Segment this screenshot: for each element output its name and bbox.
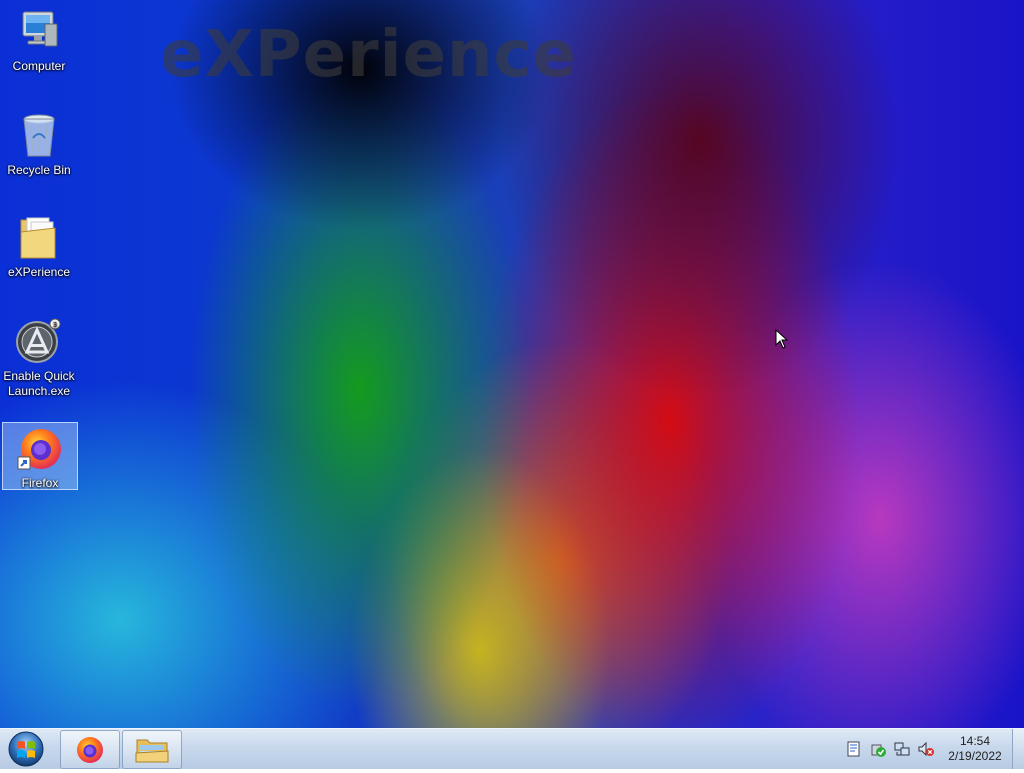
- clock-time: 14:54: [959, 734, 991, 748]
- mouse-cursor-icon: [775, 329, 789, 349]
- firefox-icon: [16, 425, 64, 473]
- desktop-icon-experience-folder[interactable]: eXPerience: [2, 214, 76, 280]
- desktop-icon-recycle-bin[interactable]: Recycle Bin: [2, 112, 76, 178]
- desktop-icon-label: eXPerience: [7, 265, 71, 279]
- desktop-icon-label: Recycle Bin: [7, 163, 71, 177]
- show-desktop-button[interactable]: [1012, 729, 1024, 769]
- clock-date: 2/19/2022: [948, 749, 1002, 763]
- security-shield-icon[interactable]: [870, 741, 886, 757]
- network-icon[interactable]: [894, 741, 910, 757]
- desktop-icon-label: Computer: [12, 59, 66, 73]
- svg-text:3: 3: [53, 321, 57, 329]
- desktop-icon-label: Enable Quick Launch.exe: [3, 369, 75, 398]
- firefox-icon: [77, 737, 103, 763]
- wallpaper-watermark: eXPerience: [160, 18, 577, 92]
- volume-muted-icon[interactable]: [918, 741, 934, 757]
- desktop-icon-firefox[interactable]: Firefox: [2, 422, 78, 490]
- taskbar: 14:54 2/19/2022: [0, 728, 1024, 769]
- computer-icon: [15, 8, 63, 56]
- taskbar-button-explorer[interactable]: [122, 730, 182, 769]
- explorer-folder-icon: [135, 739, 169, 763]
- desktop-icon-label: Firefox: [21, 476, 59, 490]
- windows-start-orb-icon: [8, 731, 44, 767]
- start-button[interactable]: [6, 730, 46, 768]
- taskbar-button-firefox[interactable]: [60, 730, 120, 769]
- folder-icon: [15, 214, 63, 262]
- taskbar-clock[interactable]: 14:54 2/19/2022: [944, 734, 1006, 764]
- desktop-icon-enable-quick-launch[interactable]: 3 Enable Quick Launch.exe: [2, 318, 76, 399]
- action-center-icon[interactable]: [846, 741, 862, 757]
- quick-launch-app-icon: 3: [15, 318, 63, 366]
- desktop[interactable]: eXPerience Computer Recycle Bin eXPerien…: [0, 0, 1024, 728]
- recycle-bin-icon: [15, 112, 63, 160]
- desktop-icon-computer[interactable]: Computer: [2, 8, 76, 74]
